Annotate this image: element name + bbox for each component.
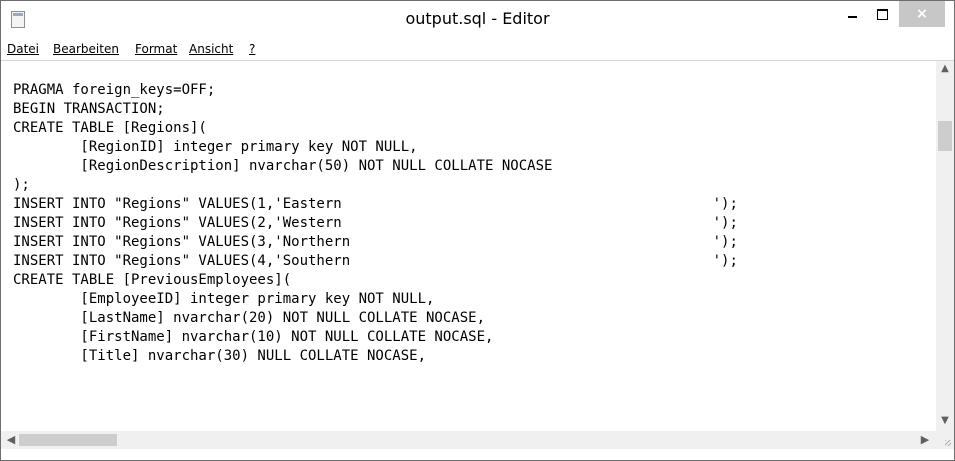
minimize-icon — [847, 16, 857, 18]
text-line: ); — [13, 177, 30, 193]
menu-ansicht[interactable]: Ansicht — [189, 42, 233, 56]
menu-bar: Datei Bearbeiten Format Ansicht ? — [1, 39, 954, 61]
window-title: output.sql - Editor — [405, 9, 550, 28]
chevron-up-icon[interactable]: ▲ — [936, 63, 954, 79]
text-line: [RegionDescription] nvarchar(50) NOT NUL… — [13, 158, 553, 174]
menu-format[interactable]: Format — [135, 42, 177, 56]
chevron-left-icon[interactable]: ◀ — [3, 431, 19, 449]
resize-corner[interactable] — [936, 431, 954, 449]
close-icon: × — [916, 6, 928, 22]
minimize-button[interactable] — [837, 1, 867, 27]
horizontal-scroll-thumb[interactable] — [19, 434, 117, 446]
text-line: INSERT INTO "Regions" VALUES(4,'Southern… — [13, 253, 738, 269]
text-line: [Title] nvarchar(30) NULL COLLATE NOCASE… — [13, 348, 427, 364]
text-line: [RegionID] integer primary key NOT NULL, — [13, 139, 418, 155]
title-bar[interactable]: output.sql - Editor × — [1, 1, 954, 39]
text-editor-area[interactable]: PRAGMA foreign_keys=OFF; BEGIN TRANSACTI… — [1, 61, 936, 431]
chevron-right-icon[interactable]: ▶ — [917, 431, 933, 449]
text-line: [FirstName] nvarchar(10) NOT NULL COLLAT… — [13, 329, 494, 345]
editor-window: output.sql - Editor × Datei Bearbeiten F… — [0, 0, 955, 461]
text-line: INSERT INTO "Regions" VALUES(3,'Northern… — [13, 234, 738, 250]
text-line: CREATE TABLE [Regions]( — [13, 120, 207, 136]
text-line: PRAGMA foreign_keys=OFF; — [13, 82, 216, 98]
horizontal-scrollbar[interactable]: ◀ ▶ — [1, 431, 936, 449]
menu-datei[interactable]: Datei — [7, 42, 39, 56]
maximize-button[interactable] — [867, 1, 897, 27]
text-line: [EmployeeID] integer primary key NOT NUL… — [13, 291, 435, 307]
menu-help[interactable]: ? — [249, 42, 255, 56]
text-line: INSERT INTO "Regions" VALUES(1,'Eastern … — [13, 196, 738, 212]
vertical-scrollbar[interactable]: ▲ ▼ — [936, 61, 954, 431]
chevron-down-icon[interactable]: ▼ — [936, 415, 954, 431]
text-line: BEGIN TRANSACTION; — [13, 101, 165, 117]
vertical-scroll-thumb[interactable] — [938, 121, 952, 151]
close-button[interactable]: × — [899, 1, 945, 27]
menu-bearbeiten[interactable]: Bearbeiten — [53, 42, 119, 56]
text-line: CREATE TABLE [PreviousEmployees]( — [13, 272, 292, 288]
text-line: INSERT INTO "Regions" VALUES(2,'Western … — [13, 215, 738, 231]
resize-grip-icon[interactable] — [945, 440, 951, 446]
maximize-icon — [876, 8, 888, 20]
text-line: [LastName] nvarchar(20) NOT NULL COLLATE… — [13, 310, 486, 326]
